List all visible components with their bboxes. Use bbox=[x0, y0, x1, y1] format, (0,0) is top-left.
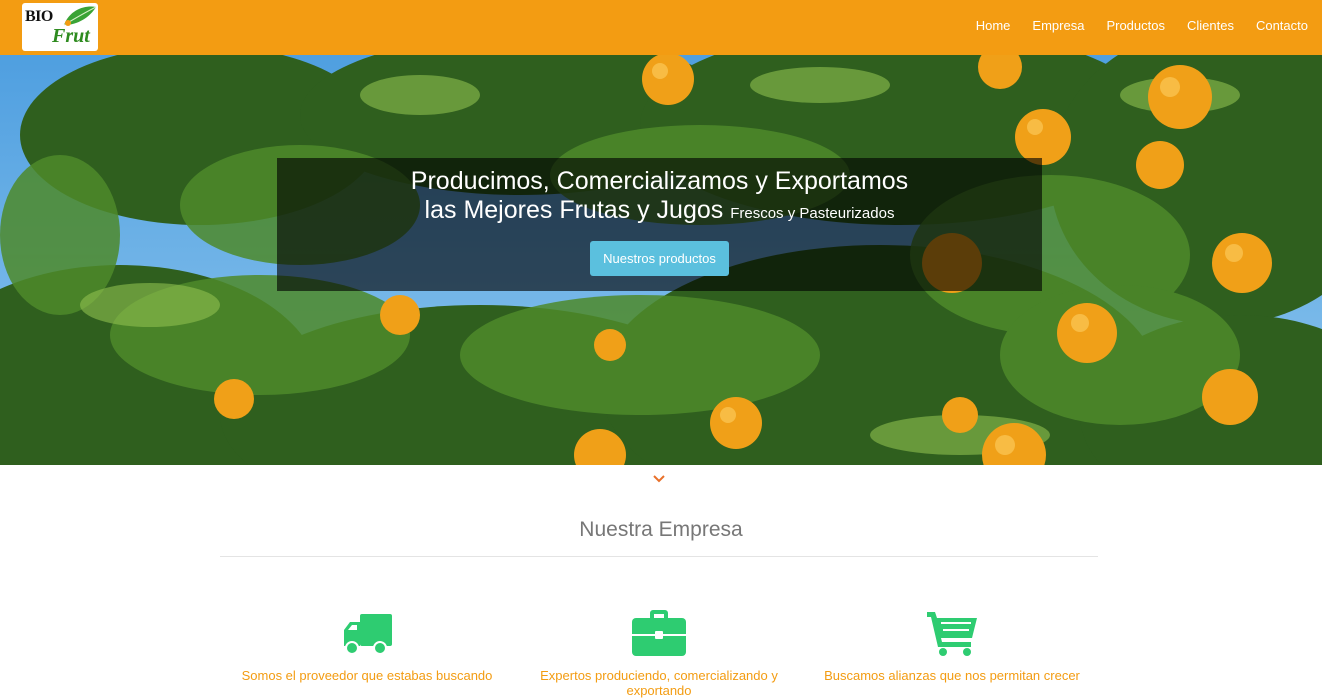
nav-contacto[interactable]: Contacto bbox=[1256, 18, 1308, 33]
hero-headline-line2-main: las Mejores Frutas y Jugos bbox=[424, 196, 724, 224]
feature-alliances-text: Buscamos alianzas que nos permitan crece… bbox=[824, 668, 1080, 683]
chevron-down-icon[interactable] bbox=[652, 474, 666, 484]
main-nav: Home Empresa Productos Clientes Contacto bbox=[954, 0, 1308, 50]
nav-clientes[interactable]: Clientes bbox=[1187, 18, 1234, 33]
feature-provider: Somos el proveedor que estabas buscando bbox=[217, 604, 517, 683]
hero-headline-line2: las Mejores Frutas y Jugos Frescos y Pas… bbox=[277, 196, 1042, 228]
navbar: BIO Frut Home Empresa Productos Clientes… bbox=[0, 0, 1322, 55]
feature-provider-text: Somos el proveedor que estabas buscando bbox=[241, 668, 493, 683]
our-products-button[interactable]: Nuestros productos bbox=[590, 241, 729, 276]
hero-banner: Producimos, Comercializamos y Exportamos… bbox=[0, 55, 1322, 465]
section-divider bbox=[220, 556, 1098, 557]
truck-icon bbox=[344, 614, 392, 655]
briefcase-icon bbox=[632, 610, 686, 656]
hero-caption: Producimos, Comercializamos y Exportamos… bbox=[277, 158, 1042, 291]
nav-productos[interactable]: Productos bbox=[1106, 18, 1165, 33]
logo-text-bottom: Frut bbox=[52, 25, 90, 47]
shopping-cart-icon bbox=[927, 612, 977, 656]
feature-experts-text: Expertos produciendo, comercializando y … bbox=[540, 668, 778, 698]
nav-home[interactable]: Home bbox=[976, 18, 1011, 33]
hero-headline-subtitle: Frescos y Pasteurizados bbox=[730, 205, 895, 222]
nav-empresa[interactable]: Empresa bbox=[1032, 18, 1084, 33]
brand-logo[interactable]: BIO Frut bbox=[22, 3, 98, 51]
hero-headline: Producimos, Comercializamos y Exportamos… bbox=[277, 167, 1042, 228]
section-title: Nuestra Empresa bbox=[579, 518, 743, 541]
logo-text-top: BIO bbox=[25, 8, 53, 25]
feature-experts: Expertos produciendo, comercializando y … bbox=[509, 604, 809, 698]
feature-alliances: Buscamos alianzas que nos permitan crece… bbox=[802, 604, 1102, 683]
hero-headline-line1: Producimos, Comercializamos y Exportamos bbox=[410, 167, 909, 195]
